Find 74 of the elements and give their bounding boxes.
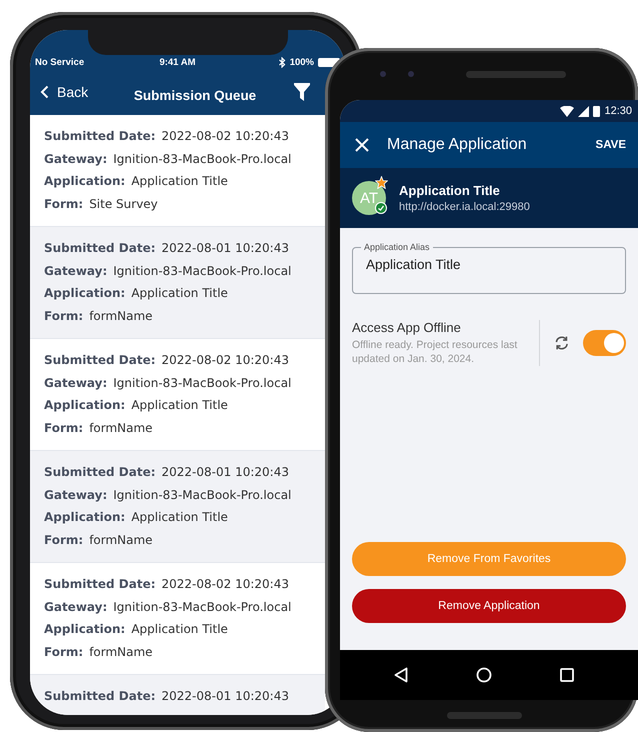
check-badge-icon xyxy=(375,202,387,214)
status-time: 9:41 AM xyxy=(158,57,197,68)
field-label: Form: xyxy=(44,308,84,324)
home-nav-icon[interactable] xyxy=(476,667,492,683)
field-label: Submitted Date: xyxy=(44,464,156,481)
camera-icon xyxy=(380,71,386,77)
field-label: Application: xyxy=(44,509,126,526)
field-label: Form: xyxy=(44,644,84,660)
field-value: 2022-08-02 10:20:43 xyxy=(162,128,289,145)
field-value: Ignition-83-MacBook-Pro.local xyxy=(113,150,292,168)
field-value: Application Title xyxy=(131,509,228,526)
field-value: Ignition-83-MacBook-Pro.local xyxy=(113,262,292,280)
field-value: 2022-08-02 10:20:43 xyxy=(162,352,289,369)
field-label: Submitted Date: xyxy=(44,128,156,145)
field-label: Submitted Date: xyxy=(44,352,156,369)
recents-nav-icon[interactable] xyxy=(560,668,574,682)
bluetooth-icon xyxy=(278,57,286,68)
remove-application-button[interactable]: Remove Application xyxy=(352,589,626,623)
submission-card[interactable]: Submitted Date: 2022-08-01 10:20:43 Gateway: Ignition-83-MacBook-Pro.local Application: Application Title Form: formName xyxy=(30,451,325,563)
field-value: Application Title xyxy=(131,173,228,190)
field-value: formName xyxy=(89,532,153,548)
app-url: http://docker.ia.local:29980 xyxy=(399,201,530,213)
close-icon[interactable] xyxy=(355,138,369,152)
field-label: Gateway: xyxy=(44,262,108,280)
submission-card[interactable]: Submitted Date: 2022-08-01 10:20:43 xyxy=(30,675,325,715)
field-value: 2022-08-01 10:20:43 xyxy=(162,464,289,481)
carrier-text: No Service xyxy=(35,57,86,68)
field-label: Submitted Date: xyxy=(44,240,156,257)
save-button[interactable]: SAVE xyxy=(596,139,626,151)
field-value: formName xyxy=(89,644,153,660)
back-button[interactable]: Back xyxy=(40,84,88,100)
field-label: Submitted Date: xyxy=(44,576,156,593)
field-label: Submitted Date: xyxy=(44,688,156,705)
field-value: formName xyxy=(89,308,153,324)
screen-title: Manage Application xyxy=(386,136,528,154)
signal-icon xyxy=(578,106,590,116)
wifi-icon xyxy=(560,106,574,116)
submission-card[interactable]: Submitted Date: 2022-08-01 10:20:43 Gateway: Ignition-83-MacBook-Pro.local Application: Application Title Form: formName xyxy=(30,227,325,339)
field-value: 2022-08-01 10:20:43 xyxy=(162,688,289,705)
field-value: Application Title xyxy=(131,621,228,638)
app-title: Application Title xyxy=(399,183,501,198)
battery-percent: 100% xyxy=(290,57,314,68)
field-label: Gateway: xyxy=(44,150,108,168)
screen-title: Submission Queue xyxy=(132,87,258,103)
field-label: Form: xyxy=(44,532,84,548)
field-label: Gateway: xyxy=(44,598,108,616)
field-value: Application Title xyxy=(131,397,228,414)
field-value: Ignition-83-MacBook-Pro.local xyxy=(113,598,292,616)
field-label: Application: xyxy=(44,173,126,190)
field-label: Form: xyxy=(44,420,84,436)
refresh-icon[interactable] xyxy=(554,335,570,351)
field-label: Application: xyxy=(44,397,126,414)
battery-icon xyxy=(593,106,600,116)
sensor-icon xyxy=(408,71,414,77)
field-label: Form: xyxy=(44,196,84,212)
field-value: Ignition-83-MacBook-Pro.local xyxy=(113,486,292,504)
field-value: 2022-08-01 10:20:43 xyxy=(162,240,289,257)
chevron-left-icon xyxy=(40,84,49,98)
field-value: formName xyxy=(89,420,153,436)
field-value: Site Survey xyxy=(89,196,158,212)
filter-icon[interactable] xyxy=(294,82,310,100)
status-time: 12:30 xyxy=(604,105,632,117)
offline-toggle[interactable] xyxy=(583,330,626,356)
field-value: Ignition-83-MacBook-Pro.local xyxy=(113,374,292,392)
field-value: Application Title xyxy=(131,285,228,302)
field-value: 2022-08-02 10:20:43 xyxy=(162,576,289,593)
alias-field[interactable]: Application Alias Application Title xyxy=(352,242,626,294)
field-label: Application: xyxy=(44,285,126,302)
setting-description: Offline ready. Project resources last updated on Jan. 30, 2024. xyxy=(352,338,518,366)
field-label: Gateway: xyxy=(44,374,108,392)
setting-title: Access App Offline xyxy=(352,320,462,335)
field-label: Application: xyxy=(44,621,126,638)
field-label: Gateway: xyxy=(44,486,108,504)
back-nav-icon[interactable] xyxy=(394,667,408,683)
